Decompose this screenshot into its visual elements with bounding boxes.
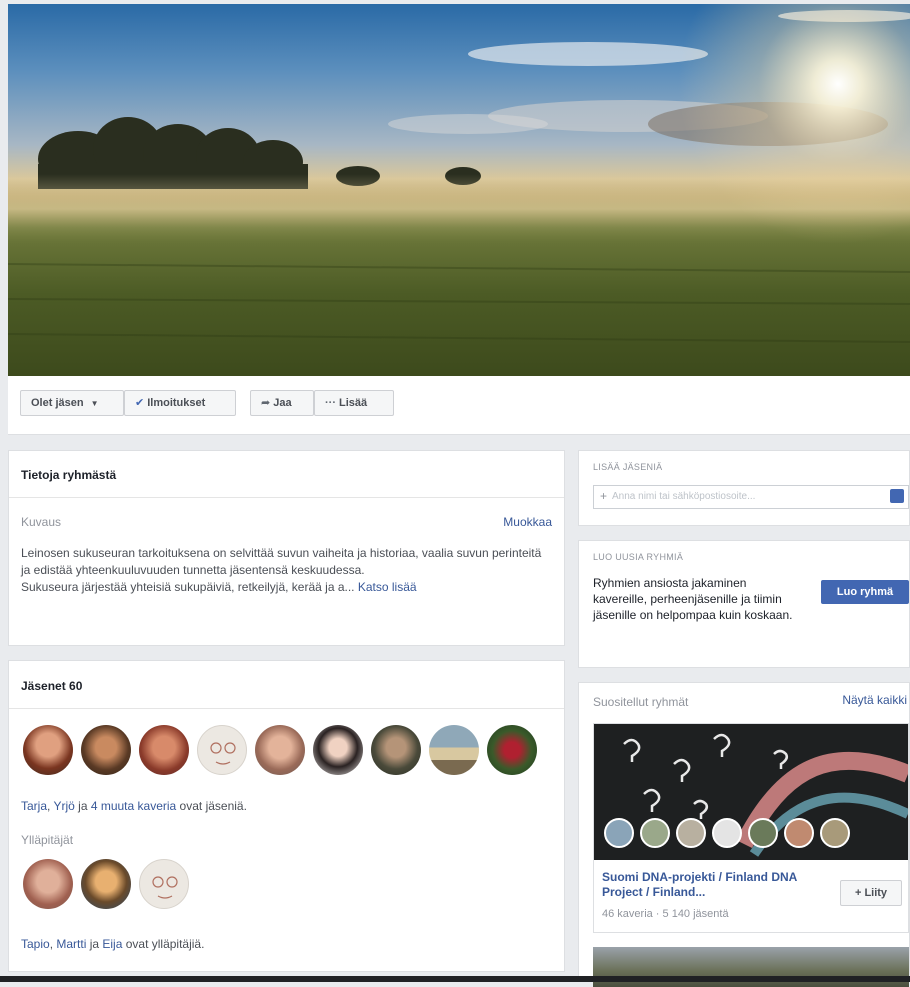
suggested-group-cover	[594, 724, 908, 860]
friends-members-line: Tarja, Yrjö ja 4 muuta kaveria ovat jäse…	[21, 799, 247, 813]
add-members-panel: LISÄÄ JÄSENIÄ + Anna nimi tai sähköposti…	[578, 450, 910, 526]
suggested-group-meta: 46 kaveria · 5 140 jäsentä	[602, 908, 729, 920]
friend-avatar	[604, 818, 634, 848]
admin-avatar[interactable]	[81, 859, 131, 909]
suggested-group-card[interactable]: Suomi DNA-projekti / Finland DNA Project…	[593, 723, 909, 933]
friend-avatar	[676, 818, 706, 848]
friend-avatar	[712, 818, 742, 848]
create-group-text: Ryhmien ansiosta jakaminen kavereille, p…	[593, 576, 793, 622]
admin-link[interactable]: Martti	[56, 937, 86, 951]
see-more-link[interactable]: Katso lisää	[358, 580, 417, 594]
member-status-label: Olet jäsen	[31, 397, 84, 409]
group-cover-photo	[8, 4, 910, 376]
about-title: Tietoja ryhmästä	[21, 468, 117, 482]
description-text: Leinosen sukuseuran tarkoituksena on sel…	[21, 545, 551, 596]
admins-label: Ylläpitäjät	[21, 833, 74, 847]
more-button[interactable]: ··· Lisää	[314, 390, 394, 416]
friend-avatar	[640, 818, 670, 848]
create-group-panel: LUO UUSIA RYHMIÄ Ryhmien ansiosta jakami…	[578, 540, 910, 668]
notifications-label: Ilmoitukset	[147, 397, 206, 409]
member-avatar[interactable]	[197, 725, 247, 775]
member-avatar[interactable]	[487, 725, 537, 775]
members-panel: Jäsenet 60 Tarja, Yrjö ja 4 muuta kaveri…	[8, 660, 565, 972]
check-icon: ✔	[135, 397, 145, 409]
notifications-button[interactable]: ✔ Ilmoitukset	[124, 390, 236, 416]
create-group-heading: LUO UUSIA RYHMIÄ	[593, 552, 684, 562]
group-action-bar: Olet jäsen ▼ ✔ Ilmoitukset ➦ Jaa ··· Lisää	[8, 376, 910, 435]
chevron-down-icon: ▼	[90, 399, 99, 408]
admin-avatar[interactable]	[139, 859, 189, 909]
member-avatar[interactable]	[139, 725, 189, 775]
members-title: Jäsenet 60	[21, 679, 83, 693]
admins-suffix: ovat ylläpitäjiä.	[122, 937, 205, 951]
add-members-heading: LISÄÄ JÄSENIÄ	[593, 462, 663, 472]
more-label: Lisää	[339, 397, 368, 409]
member-status-button[interactable]: Olet jäsen ▼	[20, 390, 124, 416]
admin-avatar[interactable]	[23, 859, 73, 909]
description-paragraph-1: Leinosen sukuseuran tarkoituksena on sel…	[21, 546, 542, 577]
divider	[9, 497, 564, 498]
description-paragraph-2: Sukuseura järjestää yhteisiä sukupäiviä,…	[21, 580, 355, 594]
share-button[interactable]: ➦ Jaa	[250, 390, 314, 416]
suggested-heading: Suositellut ryhmät	[593, 695, 689, 709]
more-icon: ···	[325, 397, 336, 409]
add-member-input[interactable]: + Anna nimi tai sähköpostiosoite...	[593, 485, 909, 509]
about-group-panel: Tietoja ryhmästä Kuvaus Muokkaa Leinosen…	[8, 450, 565, 646]
other-friends-link[interactable]: 4 muuta kaveria	[91, 799, 176, 813]
divider	[9, 708, 564, 709]
share-icon: ➦	[261, 397, 271, 409]
admins-line: Tapio, Martti ja Eija ovat ylläpitäjiä.	[21, 937, 204, 951]
friend-avatar	[820, 818, 850, 848]
friend-link[interactable]: Tarja	[21, 799, 47, 813]
create-group-button[interactable]: Luo ryhmä	[821, 580, 909, 604]
member-avatar[interactable]	[23, 725, 73, 775]
separator: ja	[86, 937, 103, 951]
friends-suffix: ovat jäseniä.	[176, 799, 247, 813]
see-all-link[interactable]: Näytä kaikki	[842, 693, 907, 707]
member-avatar[interactable]	[255, 725, 305, 775]
join-group-button[interactable]: + Liity	[840, 880, 902, 906]
sketch-face-icon	[152, 876, 178, 899]
bottom-bar	[0, 976, 910, 982]
join-label: Liity	[864, 887, 888, 899]
share-label: Jaa	[273, 397, 292, 409]
message-icon	[890, 489, 904, 503]
sketch-face-icon	[210, 742, 236, 765]
suggested-group-name[interactable]: Suomi DNA-projekti / Finland DNA Project…	[602, 870, 822, 900]
admin-link[interactable]: Eija	[102, 937, 122, 951]
friend-avatar	[748, 818, 778, 848]
add-member-placeholder: Anna nimi tai sähköpostiosoite...	[612, 491, 756, 502]
member-avatar[interactable]	[313, 725, 363, 775]
member-avatar[interactable]	[371, 725, 421, 775]
description-label: Kuvaus	[21, 515, 62, 529]
edit-link[interactable]: Muokkaa	[503, 515, 552, 529]
friend-avatar	[784, 818, 814, 848]
friend-link[interactable]: Yrjö	[53, 799, 74, 813]
suggested-groups-panel: Suositellut ryhmät Näytä kaikki Suomi DN…	[578, 682, 910, 987]
separator: ja	[74, 799, 91, 813]
member-avatar[interactable]	[429, 725, 479, 775]
plus-icon: +	[854, 887, 862, 899]
member-avatar[interactable]	[81, 725, 131, 775]
admin-link[interactable]: Tapio	[21, 937, 50, 951]
plus-icon: +	[600, 489, 608, 503]
